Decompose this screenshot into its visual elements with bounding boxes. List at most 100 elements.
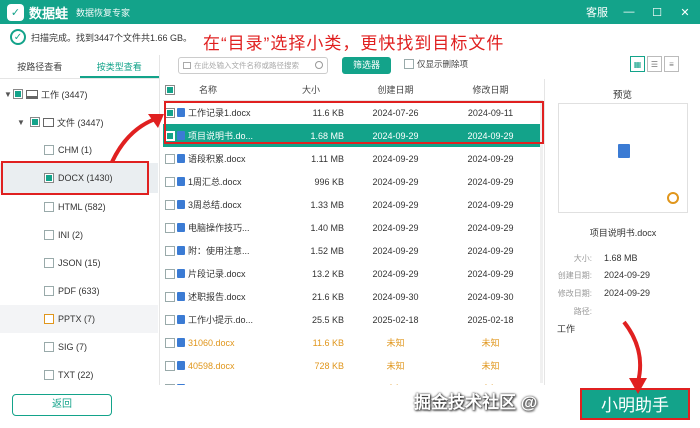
chevron-down-icon[interactable]: ▼ <box>16 118 26 127</box>
table-row[interactable]: 工作小提示.do... 25.5 KB 2025-02-18 2025-02-18 <box>163 308 543 331</box>
tree-checkbox[interactable] <box>30 117 40 127</box>
table-row[interactable]: 述职报告.docx 21.6 KB 2024-09-30 2024-09-30 <box>163 285 543 308</box>
meta-value: 2024-09-29 <box>604 270 651 280</box>
row-checkbox[interactable] <box>165 314 175 325</box>
tab-by-path[interactable]: 按路径查看 <box>0 55 80 78</box>
tree-item-label: HTML (582) <box>58 202 106 212</box>
modified-date: 未知 <box>481 361 500 371</box>
table-scrollbar[interactable] <box>540 103 543 383</box>
file-name-cell: 1周汇总.docx <box>177 175 278 188</box>
only-deleted-label: 仅显示删除项 <box>417 59 469 69</box>
created-date: 2024-09-29 <box>372 153 419 164</box>
table-row[interactable]: 片段记录.docx 13.2 KB 2024-09-29 2024-09-29 <box>163 262 543 285</box>
tree-item-pdf[interactable]: PDF (633) <box>0 277 158 305</box>
tree-item-pptx[interactable]: PPTX (7) <box>0 305 158 333</box>
search-placeholder: 在此处输入文件名称或路径搜索 <box>194 61 299 70</box>
list-view-icon[interactable]: ☰ <box>647 56 662 72</box>
app-subtitle: 数据恢复专家 <box>76 7 131 18</box>
docx-file-icon <box>177 384 185 385</box>
only-deleted-checkbox[interactable] <box>404 59 414 69</box>
docx-file-icon <box>177 269 185 278</box>
tree-item-label: CHM (1) <box>58 145 92 155</box>
docx-file-icon <box>177 292 185 301</box>
table-row[interactable]: 电脑操作技巧... 1.40 MB 2024-09-29 2024-09-29 <box>163 216 543 239</box>
tree-checkbox[interactable] <box>44 370 54 380</box>
row-checkbox[interactable] <box>165 337 175 348</box>
tree-item-html[interactable]: HTML (582) <box>0 193 158 221</box>
scan-status: ✓ 扫描完成。找到3447个文件共1.66 GB。 <box>10 27 192 47</box>
tree-item-json[interactable]: JSON (15) <box>0 249 158 277</box>
table-row[interactable]: 1周汇总.docx 996 KB 2024-09-29 2024-09-29 <box>163 170 543 193</box>
window-controls: 客服 — ☐ ✕ <box>586 0 692 24</box>
row-checkbox[interactable] <box>165 360 175 371</box>
select-all-checkbox[interactable] <box>165 84 175 95</box>
preview-title: 预览 <box>612 90 632 101</box>
table-row[interactable]: 48306.docx31.8 KB未知未知 <box>163 377 543 385</box>
col-name-header[interactable]: 名称 <box>177 83 278 96</box>
docx-file-icon <box>177 315 185 324</box>
col-size-header[interactable]: 大小 <box>278 83 348 96</box>
filter-button[interactable]: 筛选器 <box>342 57 391 74</box>
search-icon[interactable] <box>315 61 323 69</box>
search-input[interactable]: 在此处输入文件名称或路径搜索 <box>178 57 328 74</box>
file-size: 728 KB <box>314 360 344 371</box>
category-panel: 按路径查看 按类型查看 ▼ 工作 (3447) ▼ 文件 (3447) CHM … <box>0 55 160 385</box>
magnifier-icon[interactable] <box>667 192 679 204</box>
tree-item-label: SIG (7) <box>58 342 88 352</box>
created-date: 2024-09-29 <box>372 176 419 187</box>
tree-item-sig[interactable]: SIG (7) <box>0 333 158 361</box>
tree-item-txt[interactable]: TXT (22) <box>0 361 158 389</box>
modified-date: 未知 <box>443 382 538 385</box>
annotation-arrow-icon <box>110 114 164 163</box>
file-size: 1.11 MB <box>311 153 344 164</box>
tree-checkbox[interactable] <box>44 342 54 352</box>
modified-date: 2024-09-29 <box>467 222 514 233</box>
meta-path: 路径: <box>557 306 604 317</box>
row-checkbox[interactable] <box>165 222 175 233</box>
customer-service-button[interactable]: 客服 <box>586 4 608 20</box>
modified-date: 2024-09-29 <box>467 153 514 164</box>
row-checkbox[interactable] <box>165 199 175 210</box>
created-date: 2024-09-29 <box>372 268 419 279</box>
col-created-header[interactable]: 创建日期 <box>348 83 443 96</box>
modified-date: 2024-09-29 <box>467 268 514 279</box>
row-checkbox[interactable] <box>165 383 175 385</box>
row-checkbox[interactable] <box>165 291 175 302</box>
created-date: 2025-02-18 <box>372 314 419 325</box>
table-row[interactable]: 附：使用注意... 1.52 MB 2024-09-29 2024-09-29 <box>163 239 543 262</box>
table-row[interactable]: 40598.docx 728 KB 未知 未知 <box>163 354 543 377</box>
col-modified-header[interactable]: 修改日期 <box>443 83 538 96</box>
tab-by-type[interactable]: 按类型查看 <box>79 55 159 78</box>
tree-checkbox[interactable] <box>13 89 23 99</box>
back-button[interactable]: 返回 <box>12 394 112 416</box>
modified-date: 2024-09-29 <box>467 176 514 187</box>
row-checkbox[interactable] <box>165 245 175 256</box>
tree-checkbox[interactable] <box>44 202 54 212</box>
created-date: 未知 <box>348 382 443 385</box>
meta-value: 2024-09-29 <box>604 288 651 298</box>
table-row[interactable]: 语段积累.docx 1.11 MB 2024-09-29 2024-09-29 <box>163 147 543 170</box>
row-checkbox[interactable] <box>165 268 175 279</box>
row-checkbox[interactable] <box>165 176 175 187</box>
tree-item-ini[interactable]: INI (2) <box>0 221 158 249</box>
tree-checkbox[interactable] <box>44 286 54 296</box>
file-name: 1周汇总.docx <box>188 177 242 187</box>
tree-checkbox[interactable] <box>44 145 54 155</box>
tree-checkbox[interactable] <box>44 230 54 240</box>
table-row[interactable]: 3周总结.docx 1.33 MB 2024-09-29 2024-09-29 <box>163 193 543 216</box>
table-row[interactable]: 31060.docx 11.6 KB 未知 未知 <box>163 331 543 354</box>
grid-view-icon[interactable]: ▦ <box>630 56 645 72</box>
close-icon[interactable]: ✕ <box>678 6 692 19</box>
folder-icon <box>183 62 191 69</box>
file-name-cell: 述职报告.docx <box>177 290 278 303</box>
detail-view-icon[interactable]: ≡ <box>664 56 679 72</box>
only-deleted-toggle[interactable]: 仅显示删除项 <box>404 58 468 70</box>
maximize-icon[interactable]: ☐ <box>650 6 664 19</box>
tree-checkbox[interactable] <box>44 314 54 324</box>
tree-item-work[interactable]: ▼ 工作 (3447) <box>0 80 158 108</box>
minimize-icon[interactable]: — <box>622 6 636 18</box>
chevron-down-icon[interactable]: ▼ <box>3 90 13 99</box>
file-name: 述职报告.docx <box>188 292 246 302</box>
tree-checkbox[interactable] <box>44 258 54 268</box>
docx-file-icon <box>177 246 185 255</box>
